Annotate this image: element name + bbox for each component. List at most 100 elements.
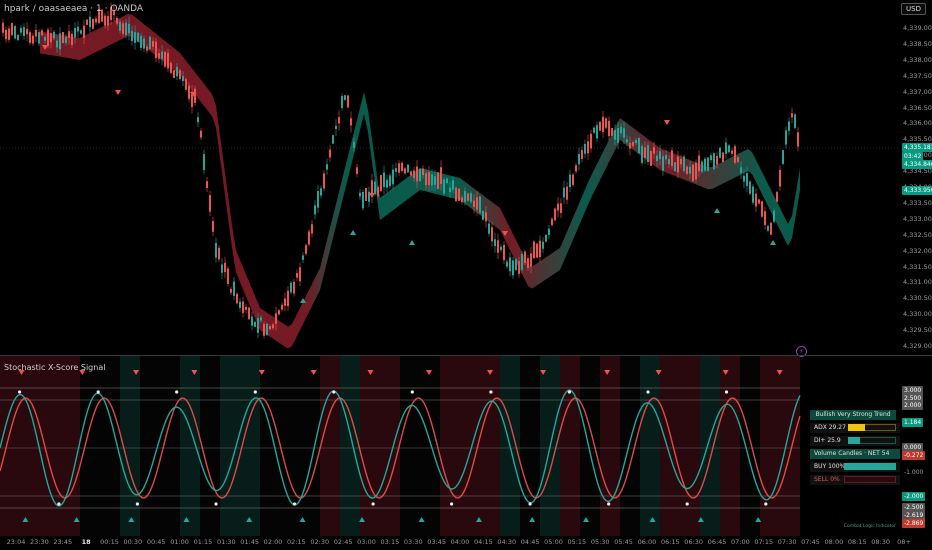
candle-body xyxy=(617,127,619,143)
candle-body xyxy=(137,32,139,42)
zone-band xyxy=(700,356,720,536)
price-axis-label: 4,329.000 xyxy=(903,342,932,350)
time-axis-tick: 01:15 xyxy=(193,538,213,546)
candle-body xyxy=(317,191,319,208)
di-label: DI+ 25.9 xyxy=(814,437,841,444)
candle-body xyxy=(170,63,172,73)
candle-body xyxy=(302,255,304,260)
pivot-dot xyxy=(764,502,768,506)
candle-body xyxy=(674,162,676,172)
pivot-dot xyxy=(371,502,375,506)
price-chart[interactable] xyxy=(0,0,900,355)
zone-band xyxy=(620,356,640,536)
price-badge: 4,335.183 xyxy=(902,143,932,152)
candle-body xyxy=(476,197,478,210)
candle-body xyxy=(239,301,241,308)
candle-body xyxy=(764,211,766,226)
candle-body xyxy=(626,139,628,143)
candle-body xyxy=(485,212,487,222)
candle-body xyxy=(446,178,448,184)
indicator-axis-label: 1.184 xyxy=(902,418,924,427)
candle-body xyxy=(233,281,235,296)
candle-body xyxy=(212,221,214,232)
pivot-dot xyxy=(528,502,532,506)
candle-body xyxy=(545,234,547,242)
candle-body xyxy=(611,127,613,136)
candle-body xyxy=(410,171,412,176)
candle-body xyxy=(533,241,535,259)
price-chart-pane[interactable] xyxy=(0,0,932,355)
candle-body xyxy=(344,95,346,101)
time-axis-tick: 01:30 xyxy=(216,538,236,546)
currency-button[interactable]: USD xyxy=(901,3,926,15)
candle-body xyxy=(551,218,553,226)
zone-band xyxy=(440,356,460,536)
candle-body xyxy=(497,240,499,253)
candle-body xyxy=(134,32,136,43)
candle-body xyxy=(32,35,34,44)
candle-body xyxy=(329,149,331,158)
candle-body xyxy=(560,203,562,214)
candle-body xyxy=(125,22,127,35)
candle-body xyxy=(194,88,196,103)
zone-band xyxy=(560,356,580,536)
candle-body xyxy=(224,262,226,273)
indicator-title[interactable]: Stochastic X-Score Signal xyxy=(4,363,105,372)
candle-body xyxy=(365,188,367,201)
indicator-axis-label: -2.869 xyxy=(902,519,926,528)
candle-body xyxy=(419,169,421,181)
candle-body xyxy=(515,259,517,271)
time-axis[interactable]: 23:04 23:30 23:45 18 00:15 00:30 00:45 01:00 01:… xyxy=(0,536,932,550)
candle-body xyxy=(464,191,466,202)
candle-body xyxy=(539,240,541,257)
time-axis-tick: 23:30 xyxy=(29,538,49,546)
indicator-pane[interactable] xyxy=(0,356,932,536)
zone-band xyxy=(580,356,600,536)
buy-signal-icon xyxy=(770,240,776,245)
candle-body xyxy=(263,323,265,336)
price-axis-label: 4,339.000 xyxy=(903,24,932,32)
price-axis-label: 4,336.000 xyxy=(903,119,932,128)
sell-row: SELL 0% xyxy=(810,475,900,485)
time-axis-tick: 01:00 xyxy=(170,538,189,546)
candle-body xyxy=(683,156,685,171)
volume-row: Volume Candles · NET 54 xyxy=(810,449,900,459)
time-axis-tick: 00:15 xyxy=(100,538,119,546)
candle-body xyxy=(149,36,151,49)
buy-signal-icon xyxy=(409,240,415,245)
candle-body xyxy=(374,181,376,195)
zone-band xyxy=(220,356,240,536)
candle-body xyxy=(266,323,268,336)
candle-body xyxy=(197,117,199,123)
candle-body xyxy=(431,174,433,186)
price-axis-label: 4,330.000 xyxy=(903,310,932,319)
candle-body xyxy=(305,245,307,254)
time-axis-tick: 05:00 xyxy=(544,538,563,546)
candle-body xyxy=(308,231,310,245)
candle-body xyxy=(164,52,166,67)
price-axis-label: 4,338.000 xyxy=(903,55,932,64)
zone-band xyxy=(320,356,340,536)
candle-body xyxy=(413,170,415,179)
time-axis-tick: 07:15 xyxy=(754,538,774,546)
candle-body xyxy=(182,76,184,81)
candle-body xyxy=(326,164,328,170)
symbol-title[interactable]: hpark / oaasaeaea · 1 · OANDA xyxy=(4,4,143,14)
candle-body xyxy=(62,32,64,43)
time-axis-tick: 07:00 xyxy=(731,538,750,546)
candle-body xyxy=(500,246,502,251)
candle-body xyxy=(23,27,25,37)
time-axis-tick: 08+ xyxy=(897,538,911,546)
candle-body xyxy=(509,257,511,272)
candle-body xyxy=(569,174,571,188)
candle-body xyxy=(623,128,625,138)
time-axis-tick: 23:04 xyxy=(6,538,26,546)
candle-body xyxy=(782,150,784,165)
time-axis-tick: 04:45 xyxy=(520,538,540,546)
candle-body xyxy=(200,130,202,138)
indicator-chart[interactable] xyxy=(0,356,802,536)
price-badge: 4,334.846 xyxy=(902,160,932,169)
time-axis-tick: 02:15 xyxy=(287,538,306,546)
time-axis-tick: 06:30 xyxy=(684,538,704,546)
candle-body xyxy=(638,137,640,154)
